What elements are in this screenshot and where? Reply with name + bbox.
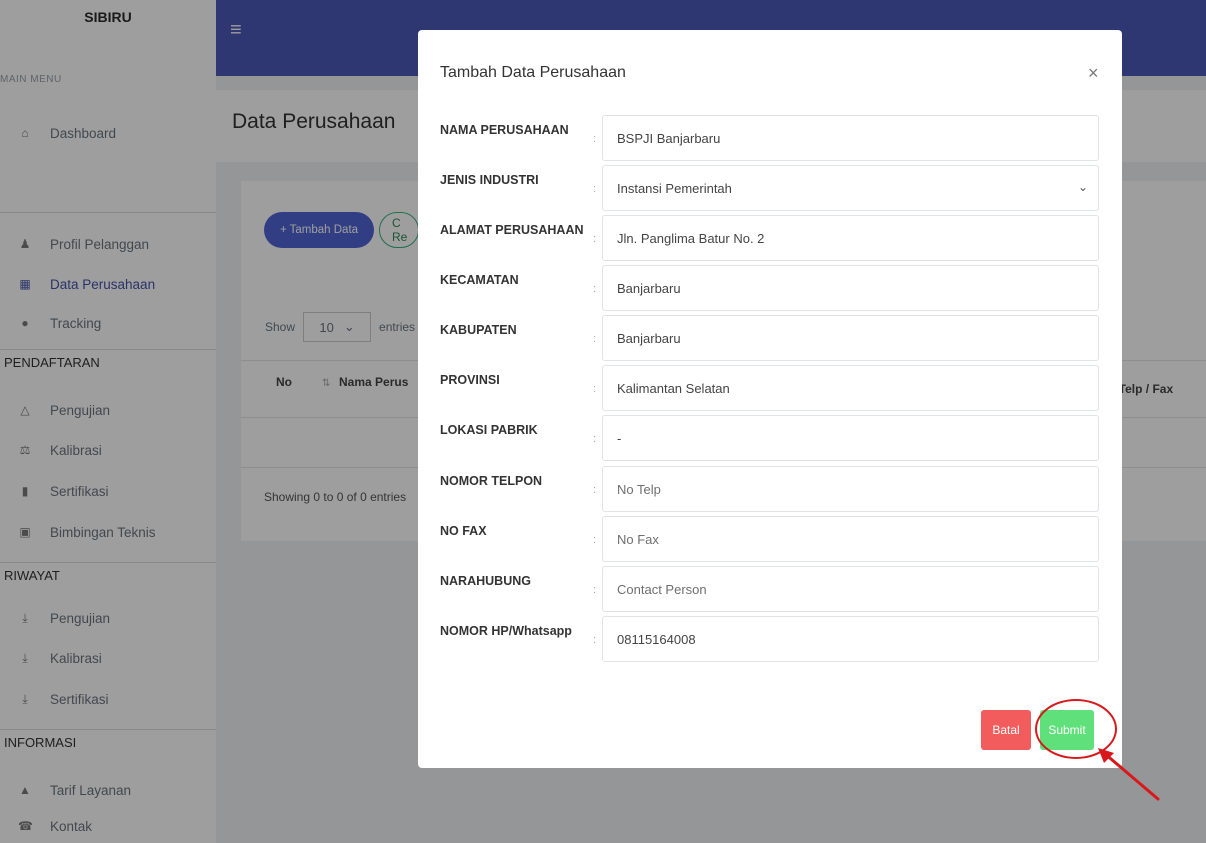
form-row-provinsi: PROVINSI : Kalimantan Selatan bbox=[418, 365, 1122, 411]
field-colon: : bbox=[593, 383, 597, 395]
form-row-nomor-telpon: NOMOR TELPON : No Telp bbox=[418, 466, 1122, 512]
batal-button[interactable]: Batal bbox=[981, 710, 1031, 750]
field-label: KECAMATAN bbox=[440, 273, 519, 287]
field-label: NOMOR TELPON bbox=[440, 474, 543, 488]
form-row-nomor-hp: NOMOR HP/Whatsapp : 08115164008 bbox=[418, 616, 1122, 662]
form-row-lokasi-pabrik: LOKASI PABRIK : - bbox=[418, 415, 1122, 461]
form-row-alamat-perusahaan: ALAMAT PERUSAHAAN : Jln. Panglima Batur … bbox=[418, 215, 1122, 261]
field-colon: : bbox=[593, 534, 597, 546]
form-row-no-fax: NO FAX : No Fax bbox=[418, 516, 1122, 562]
field-label: LOKASI PABRIK bbox=[440, 423, 538, 437]
annotation-arrow-icon bbox=[1098, 748, 1160, 801]
field-label: NAMA PERUSAHAAN bbox=[440, 123, 569, 137]
field-label: JENIS INDUSTRI bbox=[440, 173, 539, 187]
select-value: Instansi Pemerintah bbox=[617, 180, 732, 196]
no-fax-input[interactable]: No Fax bbox=[602, 516, 1099, 562]
close-icon[interactable]: × bbox=[1088, 64, 1099, 82]
form-row-kabupaten: KABUPATEN : Banjarbaru bbox=[418, 315, 1122, 361]
form-row-nama-perusahaan: NAMA PERUSAHAAN : BSPJI Banjarbaru bbox=[418, 115, 1122, 161]
field-colon: : bbox=[593, 233, 597, 245]
field-label: ALAMAT PERUSAHAAN bbox=[440, 223, 584, 237]
lokasi-pabrik-input[interactable]: - bbox=[602, 415, 1099, 461]
jenis-industri-select[interactable]: Instansi Pemerintah ⌄ bbox=[602, 165, 1099, 211]
kabupaten-input[interactable]: Banjarbaru bbox=[602, 315, 1099, 361]
field-label: KABUPATEN bbox=[440, 323, 517, 337]
form-row-kecamatan: KECAMATAN : Banjarbaru bbox=[418, 265, 1122, 311]
kecamatan-input[interactable]: Banjarbaru bbox=[602, 265, 1099, 311]
alamat-perusahaan-input[interactable]: Jln. Panglima Batur No. 2 bbox=[602, 215, 1099, 261]
form-row-jenis-industri: JENIS INDUSTRI : Instansi Pemerintah ⌄ bbox=[418, 165, 1122, 211]
field-colon: : bbox=[593, 283, 597, 295]
field-colon: : bbox=[593, 333, 597, 345]
nomor-telpon-input[interactable]: No Telp bbox=[602, 466, 1099, 512]
chevron-down-icon: ⌄ bbox=[1077, 180, 1088, 194]
field-colon: : bbox=[593, 133, 597, 145]
field-label: NOMOR HP/Whatsapp bbox=[440, 624, 572, 638]
field-label: NARAHUBUNG bbox=[440, 574, 531, 588]
modal-title: Tambah Data Perusahaan bbox=[440, 64, 626, 81]
tambah-data-modal: Tambah Data Perusahaan × NAMA PERUSAHAAN… bbox=[418, 30, 1122, 768]
field-label: NO FAX bbox=[440, 524, 487, 538]
field-colon: : bbox=[593, 484, 597, 496]
field-label: PROVINSI bbox=[440, 373, 500, 387]
field-colon: : bbox=[593, 634, 597, 646]
field-colon: : bbox=[593, 183, 597, 195]
nama-perusahaan-input[interactable]: BSPJI Banjarbaru bbox=[602, 115, 1099, 161]
form-row-narahubung: NARAHUBUNG : Contact Person bbox=[418, 566, 1122, 612]
field-colon: : bbox=[593, 584, 597, 596]
nomor-hp-input[interactable]: 08115164008 bbox=[602, 616, 1099, 662]
narahubung-input[interactable]: Contact Person bbox=[602, 566, 1099, 612]
field-colon: : bbox=[593, 433, 597, 445]
provinsi-input[interactable]: Kalimantan Selatan bbox=[602, 365, 1099, 411]
